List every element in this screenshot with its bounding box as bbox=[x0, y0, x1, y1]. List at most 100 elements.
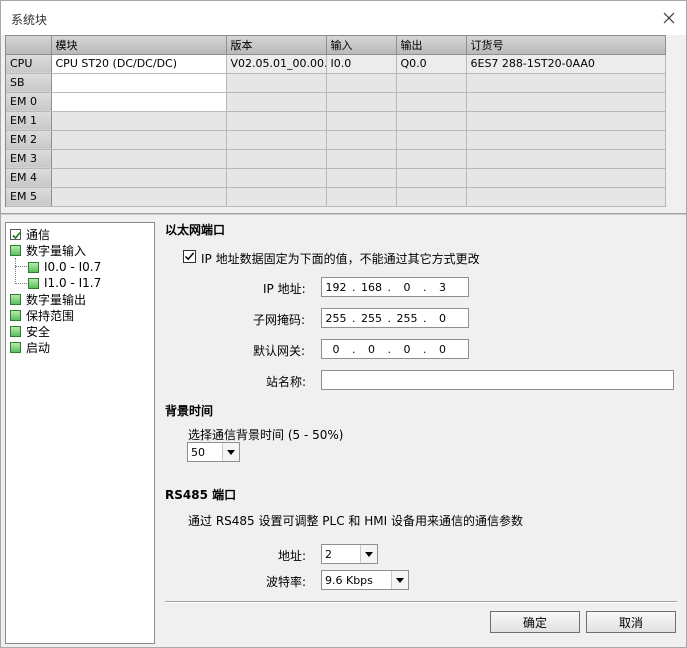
input-cell bbox=[326, 73, 397, 93]
module-cell[interactable] bbox=[51, 130, 227, 150]
module-cell[interactable]: CPU ST20 (DC/DC/DC) bbox=[51, 54, 227, 74]
table-row[interactable]: EM 2 bbox=[6, 130, 666, 150]
table-row[interactable]: EM 0 bbox=[6, 92, 666, 112]
check-icon bbox=[184, 252, 195, 261]
table-row[interactable]: EM 4 bbox=[6, 168, 666, 188]
header-version: 版本 bbox=[226, 36, 327, 55]
table-row[interactable]: CPU CPU ST20 (DC/DC/DC) V02.05.01_00.00.… bbox=[6, 54, 666, 74]
close-icon[interactable] bbox=[660, 9, 678, 27]
module-cell[interactable] bbox=[51, 73, 227, 93]
ip-octet: 3 bbox=[439, 280, 446, 294]
header-module: 模块 bbox=[51, 36, 227, 55]
ethernet-section-title: 以太网端口 bbox=[165, 223, 226, 237]
version-cell bbox=[226, 168, 327, 188]
input-cell bbox=[326, 92, 397, 112]
ip-octet: 255 bbox=[396, 311, 418, 325]
tree-label: 安全 bbox=[26, 324, 51, 339]
subnet-mask-label: 子网掩码: bbox=[253, 313, 306, 327]
tree-item-retentive[interactable]: 保持范围 bbox=[10, 307, 74, 323]
output-cell bbox=[396, 73, 467, 93]
select-value: 2 bbox=[325, 547, 332, 561]
tree-item-startup[interactable]: 启动 bbox=[10, 339, 50, 355]
tree-connector bbox=[15, 258, 16, 284]
background-time-label: 选择通信背景时间 (5 - 50%) bbox=[188, 428, 344, 442]
rs485-section-title: RS485 端口 bbox=[165, 488, 237, 502]
module-cell[interactable] bbox=[51, 149, 227, 169]
tree-label: 数字量输入 bbox=[26, 243, 87, 258]
tree-label: 启动 bbox=[26, 340, 51, 355]
output-cell bbox=[396, 187, 467, 207]
module-cell[interactable] bbox=[51, 187, 227, 207]
output-cell bbox=[396, 111, 467, 131]
background-time-select[interactable]: 50 bbox=[187, 442, 240, 462]
module-cell[interactable] bbox=[51, 92, 227, 112]
tree-label: 数字量输出 bbox=[26, 292, 87, 307]
module-table: 模块 版本 输入 输出 订货号 CPU CPU ST20 (DC/DC/DC) … bbox=[5, 35, 666, 207]
module-icon bbox=[28, 261, 39, 273]
table-row[interactable]: EM 3 bbox=[6, 149, 666, 169]
gateway-input[interactable]: 0. 0. 0. 0 bbox=[321, 339, 469, 359]
order-cell bbox=[466, 73, 666, 93]
tree-label: I0.0 - I0.7 bbox=[44, 260, 102, 274]
fixed-ip-label: IP 地址数据固定为下面的值，不能通过其它方式更改 bbox=[201, 252, 480, 266]
module-icon bbox=[28, 277, 39, 289]
ok-button[interactable]: 确定 bbox=[490, 611, 580, 633]
module-icon bbox=[10, 293, 21, 305]
station-name-label: 站名称: bbox=[266, 375, 307, 389]
input-cell bbox=[326, 111, 397, 131]
row-slot: EM 3 bbox=[6, 149, 52, 169]
title-bar: 系统块 bbox=[1, 1, 686, 35]
version-cell bbox=[226, 92, 327, 112]
ip-octet: 255 bbox=[325, 311, 347, 325]
ip-octet: 192 bbox=[325, 280, 347, 294]
ip-octet: 0 bbox=[439, 311, 446, 325]
address-label: 地址: bbox=[278, 549, 307, 563]
module-cell[interactable] bbox=[51, 111, 227, 131]
window-title: 系统块 bbox=[11, 13, 48, 27]
chevron-down-icon bbox=[360, 545, 377, 563]
row-slot: EM 4 bbox=[6, 168, 52, 188]
version-cell bbox=[226, 130, 327, 150]
row-slot: CPU bbox=[6, 54, 52, 74]
module-icon bbox=[10, 309, 21, 321]
row-slot: EM 2 bbox=[6, 130, 52, 150]
tree-item-communication[interactable]: 通信 bbox=[10, 226, 50, 242]
tree-item-i0[interactable]: I0.0 - I0.7 bbox=[28, 259, 101, 275]
tree-item-security[interactable]: 安全 bbox=[10, 323, 50, 339]
config-tree: 通信 数字量输入 I0.0 - I0.7 I1.0 - I1.7 数字量输出 保… bbox=[5, 222, 155, 644]
fixed-ip-checkbox[interactable] bbox=[183, 250, 196, 263]
tree-connector bbox=[15, 266, 27, 267]
order-cell bbox=[466, 149, 666, 169]
input-cell bbox=[326, 149, 397, 169]
table-row[interactable]: EM 1 bbox=[6, 111, 666, 131]
row-slot: EM 0 bbox=[6, 92, 52, 112]
baud-rate-select[interactable]: 9.6 Kbps bbox=[321, 570, 409, 590]
select-value: 9.6 Kbps bbox=[325, 573, 373, 587]
address-select[interactable]: 2 bbox=[321, 544, 378, 564]
ip-octet: 0 bbox=[403, 280, 411, 294]
cancel-button[interactable]: 取消 bbox=[586, 611, 676, 633]
tree-item-digital-input[interactable]: 数字量输入 bbox=[10, 242, 86, 258]
output-cell bbox=[396, 92, 467, 112]
system-block-window: 系统块 模块 版本 输入 输出 订货号 CPU CPU ST20 (DC/DC/… bbox=[0, 0, 687, 648]
table-header: 模块 版本 输入 输出 订货号 bbox=[6, 36, 666, 55]
module-cell[interactable] bbox=[51, 168, 227, 188]
table-row[interactable]: EM 5 bbox=[6, 187, 666, 207]
ip-octet: 255 bbox=[361, 311, 382, 325]
order-cell bbox=[466, 168, 666, 188]
ip-address-input[interactable]: 192. 168. 0. 3 bbox=[321, 277, 469, 297]
order-cell bbox=[466, 130, 666, 150]
output-cell bbox=[396, 168, 467, 188]
tree-item-i1[interactable]: I1.0 - I1.7 bbox=[28, 275, 101, 291]
checked-icon bbox=[10, 228, 21, 240]
tree-item-digital-output[interactable]: 数字量输出 bbox=[10, 291, 86, 307]
rs485-description: 通过 RS485 设置可调整 PLC 和 HMI 设备用来通信的通信参数 bbox=[188, 514, 523, 528]
table-row[interactable]: SB bbox=[6, 73, 666, 93]
station-name-input[interactable] bbox=[321, 370, 674, 390]
ip-octet: 0 bbox=[332, 342, 340, 356]
output-cell: Q0.0 bbox=[396, 54, 467, 74]
order-cell bbox=[466, 111, 666, 131]
subnet-mask-input[interactable]: 255. 255. 255. 0 bbox=[321, 308, 469, 328]
chevron-down-icon bbox=[222, 443, 239, 461]
select-value: 50 bbox=[191, 445, 205, 459]
